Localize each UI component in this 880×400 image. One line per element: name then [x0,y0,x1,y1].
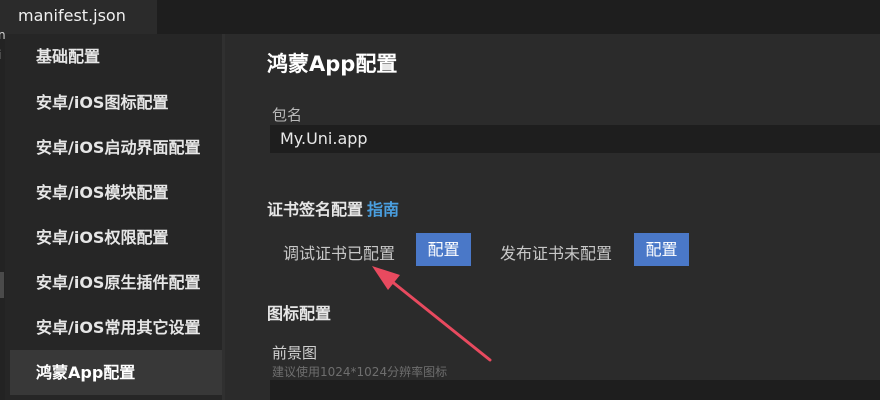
package-name-input[interactable]: My.Uni.app [270,125,880,153]
editor-tab-bar: manifest.json [0,0,880,34]
sidebar-item-label: 基础配置 [36,47,101,66]
sidebar-item-splash[interactable]: 安卓/iOS启动界面配置 [10,125,222,170]
tab-label: manifest.json [18,6,126,25]
configure-debug-cert-button[interactable]: 配置 [416,233,471,266]
package-name-value: My.Uni.app [280,129,368,148]
sidebar-item-permissions[interactable]: 安卓/iOS权限配置 [10,215,222,260]
guide-link[interactable]: 指南 [367,200,399,219]
sidebar-item-harmony[interactable]: 鸿蒙App配置 [10,350,222,395]
gutter-text: i [0,48,1,62]
sidebar-item-modules[interactable]: 安卓/iOS模块配置 [10,170,222,215]
sidebar-item-label: 安卓/iOS模块配置 [36,183,169,202]
settings-sidebar: 基础配置 安卓/iOS图标配置 安卓/iOS启动界面配置 安卓/iOS模块配置 … [5,34,230,400]
sidebar-item-native-plugins[interactable]: 安卓/iOS原生插件配置 [10,260,222,305]
settings-panel: 鸿蒙App配置 包名 My.Uni.app 证书签名配置 指南 调试证书已配置 配… [225,34,880,400]
cert-section-title: 证书签名配置 指南 [267,196,399,220]
sidebar-item-label: 安卓/iOS权限配置 [36,228,169,247]
foreground-label: 前景图 [272,344,318,362]
sidebar-item-label: 安卓/iOS常用其它设置 [36,318,201,337]
package-name-label: 包名 [272,106,303,124]
sidebar-item-icons[interactable]: 安卓/iOS图标配置 [10,80,222,125]
icon-section-title: 图标配置 [267,304,332,323]
sidebar-item-label: 安卓/iOS图标配置 [36,93,169,112]
foreground-image-picker[interactable] [270,380,880,400]
release-cert-status: 发布证书未配置 [500,244,613,263]
tab-manifest-json[interactable]: manifest.json [0,0,157,34]
foreground-hint: 建议使用1024*1024分辨率图标 [272,365,448,379]
page-title: 鸿蒙App配置 [267,52,398,76]
configure-release-cert-button[interactable]: 配置 [634,233,689,266]
sidebar-item-label: 安卓/iOS原生插件配置 [36,273,201,292]
debug-cert-status: 调试证书已配置 [283,244,396,263]
cert-section-label: 证书签名配置 [267,200,364,219]
sidebar-item-label: 安卓/iOS启动界面配置 [36,138,201,157]
gutter-marker [0,272,4,298]
sidebar-item-other-settings[interactable]: 安卓/iOS常用其它设置 [10,305,222,350]
sidebar-item-basic[interactable]: 基础配置 [10,34,222,79]
sidebar-item-label: 鸿蒙App配置 [36,363,136,382]
